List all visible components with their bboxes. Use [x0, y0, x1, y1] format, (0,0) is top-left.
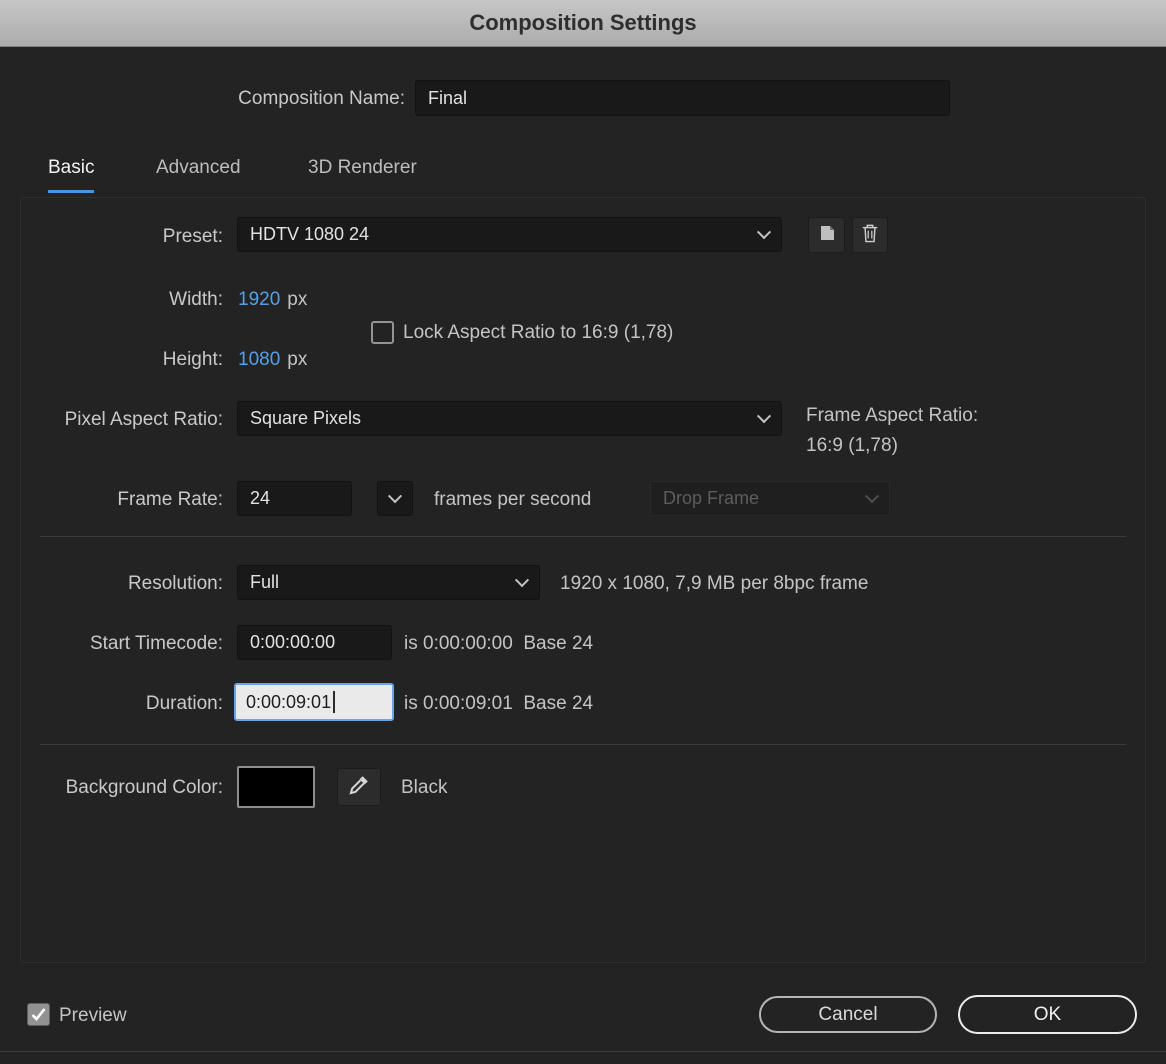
composition-settings-dialog: Composition Settings Composition Name: B…	[0, 0, 1166, 1064]
eyedropper-icon	[348, 774, 370, 801]
start-timecode-input[interactable]	[237, 625, 392, 660]
drop-frame-dropdown: Drop Frame	[650, 481, 890, 516]
preset-dropdown[interactable]: HDTV 1080 24	[237, 217, 782, 252]
width-unit: px	[287, 289, 308, 310]
chevron-down-icon	[864, 488, 880, 503]
drop-frame-value: Drop Frame	[663, 488, 760, 508]
height-label: Height:	[162, 349, 223, 370]
background-color-name: Black	[401, 777, 448, 798]
lock-aspect-ratio-label[interactable]: Lock Aspect Ratio to 16:9 (1,78)	[403, 322, 673, 344]
frame-aspect-ratio-value: 16:9 (1,78)	[806, 435, 898, 456]
dialog-bottom-edge	[0, 1051, 1166, 1052]
divider	[40, 744, 1126, 745]
pixel-aspect-ratio-dropdown[interactable]: Square Pixels	[237, 401, 782, 436]
save-preset-icon	[818, 224, 836, 247]
composition-name-input[interactable]	[415, 80, 950, 116]
width-value-row: 1920 px	[238, 289, 307, 311]
cancel-button[interactable]: Cancel	[759, 996, 937, 1033]
preview-checkbox[interactable]	[27, 1003, 50, 1026]
text-caret	[333, 691, 336, 713]
frames-per-second-label: frames per second	[434, 489, 592, 510]
tab-advanced[interactable]: Advanced	[156, 157, 241, 193]
tab-3d-renderer[interactable]: 3D Renderer	[308, 157, 417, 193]
resolution-dropdown[interactable]: Full	[237, 565, 540, 600]
preset-label: Preset:	[162, 226, 223, 247]
delete-preset-button[interactable]	[852, 217, 888, 253]
frame-rate-dropdown-button[interactable]	[377, 481, 413, 516]
frame-aspect-ratio-label: Frame Aspect Ratio:	[806, 405, 979, 426]
height-value[interactable]: 1080	[238, 349, 280, 370]
chevron-down-icon	[756, 408, 772, 423]
resolution-label: Resolution:	[127, 573, 223, 594]
pixel-aspect-ratio-value: Square Pixels	[250, 408, 362, 428]
dialog-title: Composition Settings	[469, 10, 697, 35]
eyedropper-button[interactable]	[337, 768, 381, 806]
duration-info: is 0:00:09:01 Base 24	[404, 693, 594, 714]
pixel-aspect-ratio-label: Pixel Aspect Ratio:	[64, 409, 223, 430]
frame-rate-input[interactable]	[237, 481, 352, 516]
ok-button[interactable]: OK	[958, 995, 1137, 1034]
duration-input[interactable]: 0:00:09:01	[234, 683, 394, 721]
frame-rate-label: Frame Rate:	[117, 489, 223, 510]
preview-label[interactable]: Preview	[59, 1005, 127, 1027]
resolution-info: 1920 x 1080, 7,9 MB per 8bpc frame	[560, 573, 869, 594]
width-value[interactable]: 1920	[238, 289, 280, 310]
duration-label: Duration:	[145, 693, 223, 714]
chevron-down-icon	[387, 488, 403, 503]
preset-value: HDTV 1080 24	[250, 224, 370, 244]
start-timecode-label: Start Timecode:	[89, 633, 223, 654]
height-unit: px	[287, 349, 308, 370]
resolution-value: Full	[250, 572, 280, 592]
background-color-swatch[interactable]	[237, 766, 315, 808]
duration-value: 0:00:09:01	[246, 691, 332, 712]
height-value-row: 1080 px	[238, 349, 307, 371]
divider	[40, 536, 1126, 537]
width-label: Width:	[169, 289, 223, 310]
background-color-label: Background Color:	[65, 777, 223, 798]
composition-name-label: Composition Name:	[238, 88, 405, 109]
chevron-down-icon	[756, 224, 772, 239]
tab-basic[interactable]: Basic	[48, 157, 95, 193]
title-bar: Composition Settings	[0, 0, 1166, 47]
lock-aspect-ratio-checkbox[interactable]	[371, 321, 394, 344]
check-icon	[31, 1008, 46, 1021]
start-timecode-info: is 0:00:00:00 Base 24	[404, 633, 594, 654]
trash-icon	[861, 223, 879, 248]
chevron-down-icon	[514, 572, 530, 587]
save-preset-button[interactable]	[808, 217, 845, 253]
